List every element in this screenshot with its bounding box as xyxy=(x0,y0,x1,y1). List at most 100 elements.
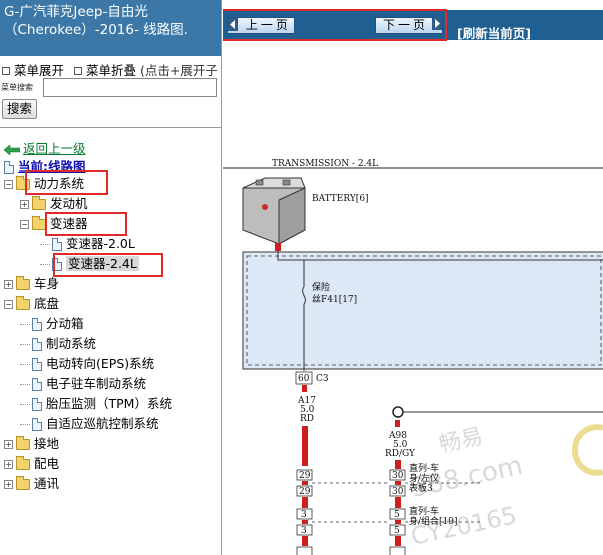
divider xyxy=(0,127,221,128)
tree-item-label[interactable]: 分动箱 xyxy=(46,316,84,331)
search-input[interactable] xyxy=(43,78,217,97)
connector-description: 直列-车 xyxy=(409,505,439,517)
tree-item-communication[interactable]: + 通讯 xyxy=(4,475,59,493)
folder-open-icon xyxy=(16,176,30,190)
tree-item-label[interactable]: 变速器 xyxy=(50,216,88,231)
wire-label: RD/GY xyxy=(385,449,416,459)
tree-item-label[interactable]: 发动机 xyxy=(50,196,88,211)
tree-item-engine[interactable]: + 发动机 xyxy=(20,195,88,213)
tree-item-transmission[interactable]: − 变速器 xyxy=(20,215,88,233)
tree-item-label[interactable]: 电子驻车制动系统 xyxy=(46,376,146,391)
current-location[interactable]: 当前:线路图 xyxy=(4,156,86,175)
document-icon xyxy=(52,258,62,271)
connector-pin-number: 29 xyxy=(299,487,311,497)
expand-toggle-icon[interactable]: + xyxy=(20,200,29,209)
connector-description: 身/左仪 xyxy=(409,472,439,484)
tree-item-epb[interactable]: 电子驻车制动系统 xyxy=(20,375,146,393)
fuse-label-line1: 保险 xyxy=(312,281,330,293)
expand-toggle-icon[interactable]: + xyxy=(4,460,13,469)
page-navigation-bar: 上一页 下一页 [刷新当前页] xyxy=(223,10,603,41)
search-label: 菜单搜索 xyxy=(1,83,33,92)
folder-icon xyxy=(16,456,30,470)
connector-description: 身/组合[19] xyxy=(409,515,458,527)
tree-item-powertrain[interactable]: − 动力系统 xyxy=(4,175,84,193)
collapse-toggle-icon[interactable]: − xyxy=(4,180,13,189)
expand-toggle-icon[interactable]: + xyxy=(4,440,13,449)
expand-toggle-icon[interactable]: + xyxy=(4,280,13,289)
tree-item-label[interactable]: 自适应巡航控制系统 xyxy=(46,416,159,431)
tree-item-label-selected[interactable]: 变速器-2.4L xyxy=(66,256,139,271)
tree-item-chassis[interactable]: − 底盘 xyxy=(4,295,59,313)
document-icon xyxy=(32,358,42,371)
connector-pin-number: 3 xyxy=(301,510,307,520)
wire-red xyxy=(302,426,308,466)
tree-item-acc[interactable]: 自适应巡航控制系统 xyxy=(20,415,159,433)
next-arrow-icon xyxy=(432,17,442,30)
tree-item-label[interactable]: 车身 xyxy=(34,276,59,291)
connector-pin xyxy=(296,546,313,555)
expand-all-icon[interactable] xyxy=(2,67,10,75)
tree-item-label[interactable]: 变速器-2.0L xyxy=(66,236,135,251)
battery-terminal xyxy=(275,243,281,251)
connector-pin-number: 60 xyxy=(298,374,310,384)
current-location-label[interactable]: 当前:线路图 xyxy=(18,159,86,174)
back-arrow-icon xyxy=(4,144,20,155)
folder-open-icon xyxy=(32,216,46,230)
next-page-label[interactable]: 下一页 xyxy=(376,18,428,32)
next-page-button[interactable]: 下一页 xyxy=(375,17,443,34)
previous-page-label[interactable]: 上一页 xyxy=(242,18,291,32)
title-line-2: （Cherokee）-2016- 线路图. xyxy=(4,22,188,38)
document-icon xyxy=(32,338,42,351)
folder-icon xyxy=(32,196,46,210)
menu-pane: G-广汽菲克Jeep-自由光 （Cherokee）-2016- 线路图. 菜单展… xyxy=(0,0,222,555)
back-link[interactable]: 返回上一级 xyxy=(4,138,86,157)
connector-pin-number: 5 xyxy=(394,510,400,520)
tree-item-power-distribution[interactable]: + 配电 xyxy=(4,455,59,473)
page-icon xyxy=(4,161,14,174)
splice-icon xyxy=(392,406,404,418)
tree-item-label[interactable]: 胎压监测（TPM）系统 xyxy=(46,396,172,411)
diagram-title: TRANSMISSION - 2.4L xyxy=(272,159,378,169)
connector-pin-number: 3 xyxy=(301,526,307,536)
tree-item-label[interactable]: 制动系统 xyxy=(46,336,96,351)
tree-item-eps[interactable]: 电动转向(EPS)系统 xyxy=(20,355,154,373)
connector-description: 表板3 xyxy=(409,482,433,494)
tree-item-tpm[interactable]: 胎压监测（TPM）系统 xyxy=(20,395,172,413)
folder-open-icon xyxy=(16,296,30,310)
tree-item-label[interactable]: 电动转向(EPS)系统 xyxy=(46,356,154,371)
tree-item-label[interactable]: 通讯 xyxy=(34,476,59,491)
collapse-toggle-icon[interactable]: − xyxy=(20,220,29,229)
collapse-all-icon[interactable] xyxy=(74,67,82,75)
battery-icon xyxy=(242,177,306,245)
menu-controls: 菜单展开 菜单折叠 (点击+展开子 xyxy=(2,60,218,79)
search-button[interactable]: 搜索 xyxy=(2,99,37,119)
tree-item-ground[interactable]: + 接地 xyxy=(4,435,59,453)
folder-icon xyxy=(16,276,30,290)
collapse-all-link[interactable]: 菜单折叠 xyxy=(86,63,136,78)
tree-item-label[interactable]: 底盘 xyxy=(34,296,59,311)
collapse-toggle-icon[interactable]: − xyxy=(4,300,13,309)
expand-all-link[interactable]: 菜单展开 xyxy=(14,63,64,78)
watermark-text: 畅易 xyxy=(437,424,485,458)
tree-item-transmission-2-4l[interactable]: 变速器-2.4L xyxy=(40,255,139,273)
tree-item-transfer-case[interactable]: 分动箱 xyxy=(20,315,84,333)
fuse-label-line2: 丝F41[17] xyxy=(312,293,357,305)
connector-pin-number: 30 xyxy=(392,471,404,481)
expand-hint: (点击+展开子 xyxy=(140,63,218,78)
connector-label: C3 xyxy=(316,374,329,384)
fuse-panel xyxy=(242,251,603,370)
tree-item-label[interactable]: 配电 xyxy=(34,456,59,471)
previous-page-button[interactable]: 上一页 xyxy=(227,17,295,34)
document-title: G-广汽菲克Jeep-自由光 （Cherokee）-2016- 线路图. xyxy=(0,0,221,56)
watermark-logo xyxy=(572,424,603,476)
connector-pin-number: 29 xyxy=(299,471,311,481)
tree-item-brakes[interactable]: 制动系统 xyxy=(20,335,96,353)
tree-item-label[interactable]: 接地 xyxy=(34,436,59,451)
back-link-label[interactable]: 返回上一级 xyxy=(23,141,86,156)
tree-item-transmission-2-0l[interactable]: 变速器-2.0L xyxy=(40,235,135,253)
document-icon xyxy=(32,398,42,411)
tree-item-body[interactable]: + 车身 xyxy=(4,275,59,293)
expand-toggle-icon[interactable]: + xyxy=(4,480,13,489)
connector-pin xyxy=(389,546,406,555)
tree-item-label[interactable]: 动力系统 xyxy=(34,176,84,191)
